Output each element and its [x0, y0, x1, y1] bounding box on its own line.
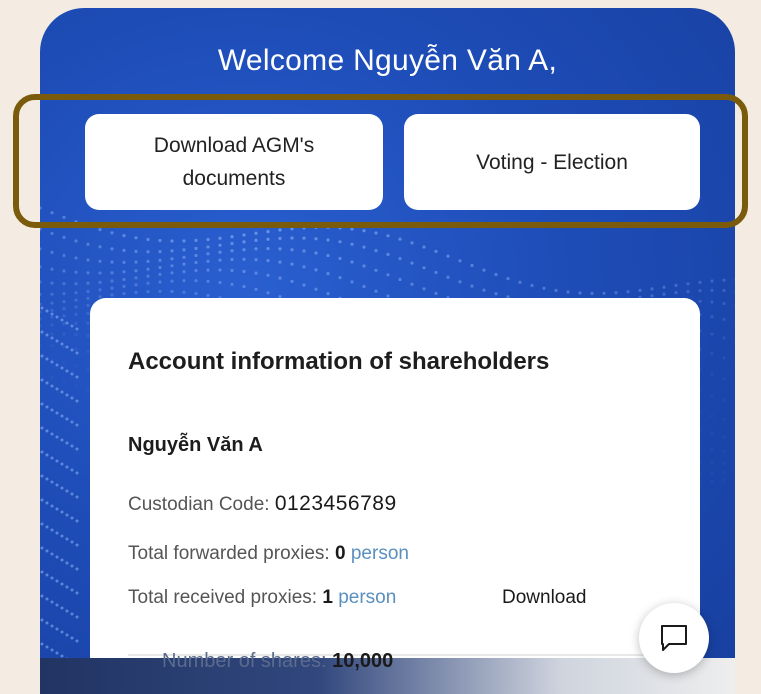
chat-bubble-icon — [661, 625, 687, 651]
shareholder-name: Nguyễn Văn A — [128, 434, 263, 456]
number-of-shares-row: Number of shares: 10,000 — [162, 650, 393, 673]
forwarded-proxies-row: Total forwarded proxies: 0 person — [128, 543, 409, 565]
forwarded-proxies-label: Total forwarded proxies: — [128, 543, 335, 564]
custodian-code-row: Custodian Code: 0123456789 — [128, 492, 397, 516]
shares-label: Number of shares: — [162, 650, 333, 672]
download-link[interactable]: Download — [502, 587, 632, 609]
shares-value: 10,000 — [332, 650, 394, 672]
forwarded-proxies-value: 0 — [335, 543, 346, 564]
received-proxies-label: Total received proxies: — [128, 587, 323, 608]
received-proxies-value: 1 — [322, 587, 333, 608]
custodian-code-value: 0123456789 — [274, 492, 397, 515]
account-info-card: Account information of shareholders Nguy… — [90, 298, 700, 694]
card-title: Account information of shareholders — [128, 348, 550, 375]
welcome-heading: Welcome Nguyễn Văn A, — [217, 44, 558, 77]
forwarded-proxies-unit: person — [350, 543, 409, 564]
received-proxies-row: Total received proxies: 1 person — [128, 587, 396, 609]
received-proxies-unit: person — [338, 587, 397, 608]
chat-button[interactable] — [639, 603, 709, 673]
highlight-frame — [13, 94, 748, 228]
custodian-code-label: Custodian Code: — [128, 494, 275, 515]
